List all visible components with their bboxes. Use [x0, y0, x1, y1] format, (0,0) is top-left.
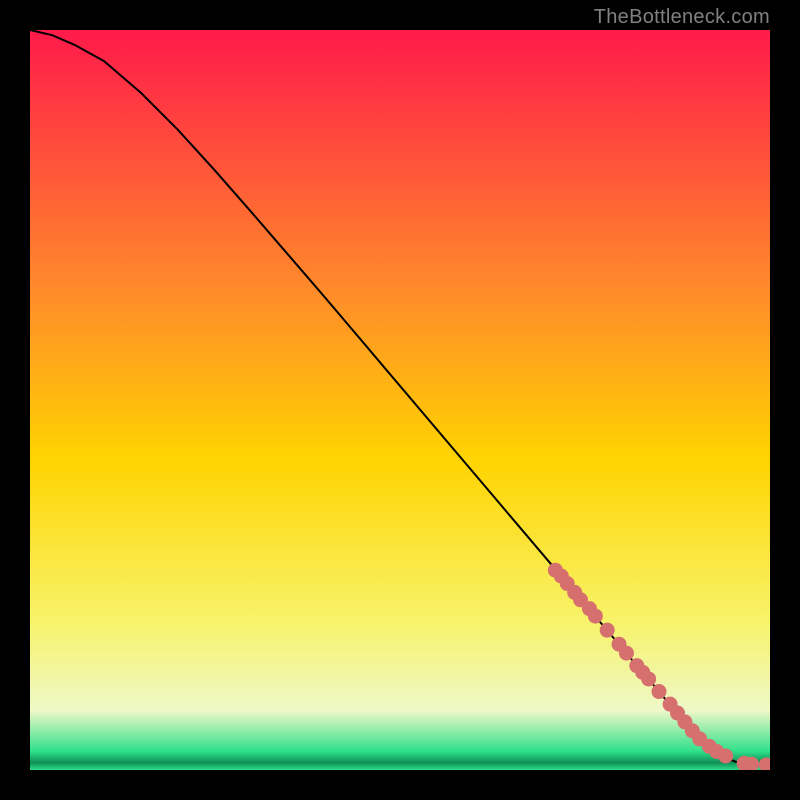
data-marker [641, 671, 656, 686]
data-marker [718, 748, 733, 763]
watermark-text: TheBottleneck.com [594, 6, 770, 29]
data-marker [619, 646, 634, 661]
bottleneck-chart [30, 30, 770, 770]
data-marker [600, 623, 615, 638]
chart-frame: TheBottleneck.com [0, 0, 800, 800]
plot-area [30, 30, 770, 770]
data-marker [588, 609, 603, 624]
data-marker [652, 684, 667, 699]
gradient-background [30, 30, 770, 770]
